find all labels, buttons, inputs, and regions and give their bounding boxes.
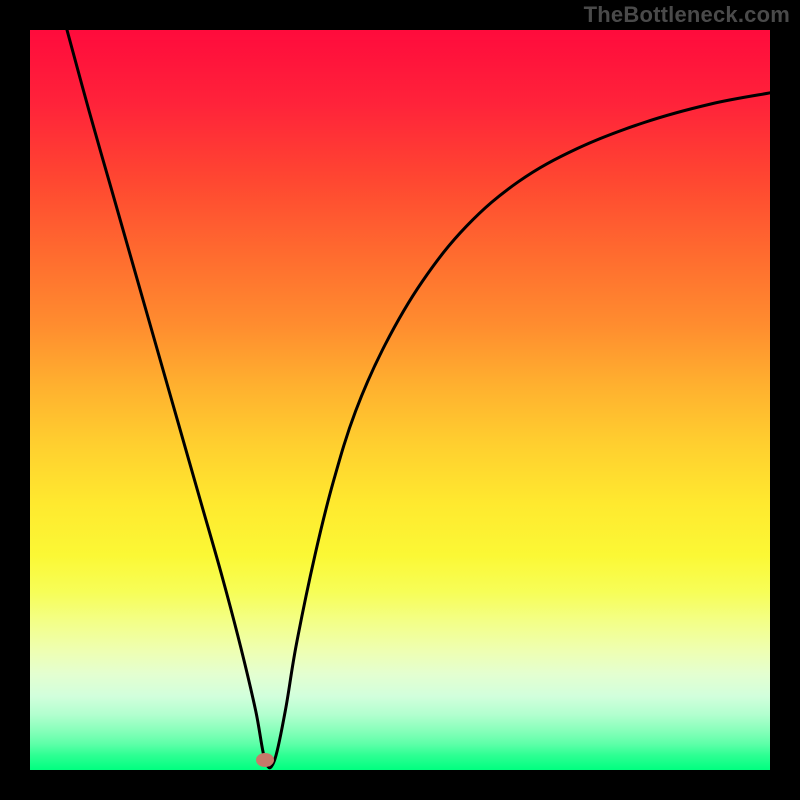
chart-frame: TheBottleneck.com bbox=[0, 0, 800, 800]
plot-area bbox=[30, 30, 770, 770]
watermark-label: TheBottleneck.com bbox=[584, 2, 790, 28]
minimum-marker bbox=[256, 753, 274, 767]
bottleneck-curve bbox=[30, 30, 770, 770]
